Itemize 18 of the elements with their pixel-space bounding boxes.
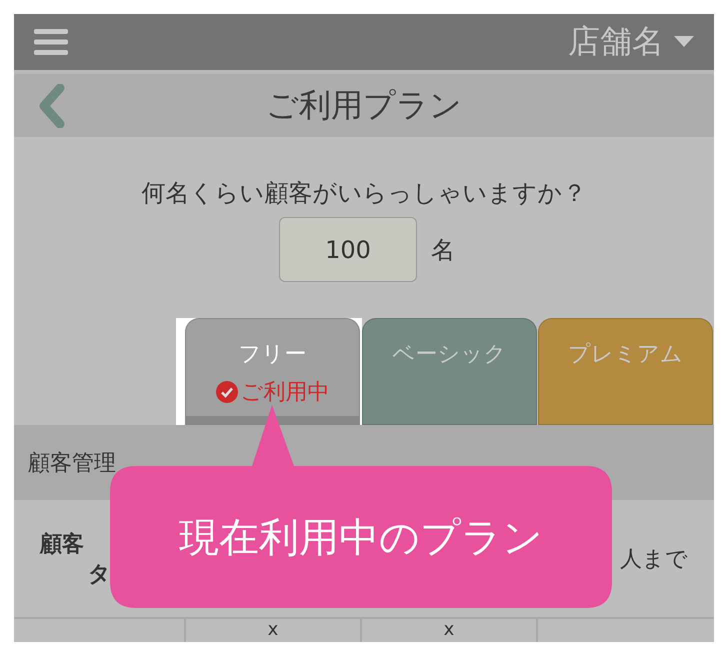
back-icon[interactable] — [38, 84, 66, 128]
table-cell-text: 人まで — [620, 546, 688, 574]
plan-tab[interactable]: フリー ご利用中 — [185, 318, 360, 425]
unit-label: 名 — [431, 234, 455, 266]
question-text: 何名くらい顧客がいらっしゃいますか？ — [140, 178, 588, 209]
status-label: ご利用中 — [216, 377, 330, 407]
customer-count-field[interactable]: 100 — [279, 217, 417, 282]
table-cell: x — [444, 619, 454, 641]
row-label: タ — [88, 560, 111, 588]
plan-tab[interactable]: ベーシック — [362, 318, 537, 425]
table-cell: x — [268, 619, 278, 641]
plan-tab[interactable]: プレミアム — [538, 318, 713, 425]
caret-icon — [674, 36, 694, 48]
row-label: 顧客 — [40, 530, 84, 558]
page-title: ご利用プラン — [266, 84, 462, 126]
store-dropdown[interactable]: 店舗名 — [568, 20, 694, 64]
menu-icon[interactable] — [34, 29, 68, 55]
check-icon — [216, 381, 238, 403]
